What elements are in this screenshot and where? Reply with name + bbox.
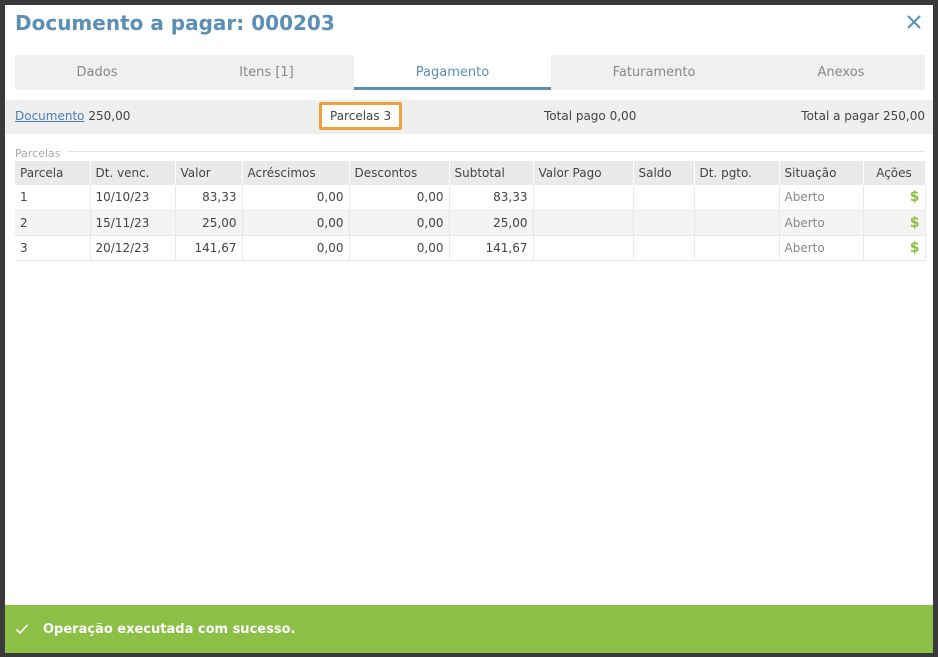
total-a-pagar: Total a pagar 250,00 <box>801 109 925 123</box>
total-pago-value: 0,00 <box>609 109 637 123</box>
cell-valor: 141,67 <box>175 235 243 261</box>
cell-parcela: 3 <box>15 235 91 261</box>
tab-anexos[interactable]: Anexos <box>757 55 925 90</box>
cell-valor-pago <box>533 235 634 261</box>
cell-subtotal: 25,00 <box>449 210 534 236</box>
parcelas-label: Parcelas <box>330 109 380 123</box>
cell-dt-pgto <box>694 185 780 211</box>
tab-itens[interactable]: Itens [1] <box>179 55 354 90</box>
pay-dollar-icon[interactable]: $ <box>863 185 926 211</box>
cell-parcela: 1 <box>15 185 91 211</box>
pay-dollar-icon[interactable]: $ <box>863 210 926 236</box>
cell-acrescimos: 0,00 <box>242 210 350 236</box>
tab-bar: Dados Itens [1] Pagamento Faturamento An… <box>15 55 925 90</box>
cell-saldo <box>633 235 695 261</box>
cell-acrescimos: 0,00 <box>242 235 350 261</box>
table-header: Parcela Dt. venc. Valor Acréscimos Desco… <box>15 161 926 185</box>
col-parcela[interactable]: Parcela <box>15 161 91 185</box>
tab-dados[interactable]: Dados <box>15 55 179 90</box>
cell-valor-pago <box>533 185 634 211</box>
col-valor-pago[interactable]: Valor Pago <box>533 161 634 185</box>
parcelas-count: Parcelas 3 <box>319 102 403 130</box>
cell-valor: 25,00 <box>175 210 243 236</box>
cell-saldo <box>633 210 695 236</box>
success-toast: Operação executada com sucesso. <box>5 605 933 653</box>
cell-subtotal: 141,67 <box>449 235 534 261</box>
section-divider <box>67 151 925 152</box>
payment-summary: Documento 250,00 Parcelas 3 Total pago 0… <box>5 100 933 134</box>
total-pagar-value: 250,00 <box>883 109 925 123</box>
total-pagar-label: Total a pagar <box>801 109 880 123</box>
parcelas-value: 3 <box>383 109 392 123</box>
col-acoes: Ações <box>863 161 926 185</box>
payable-document-dialog: Documento a pagar: 000203 Dados Itens [1… <box>5 5 933 653</box>
documento-link[interactable]: Documento <box>15 109 85 123</box>
cell-situacao: Aberto <box>779 185 864 211</box>
parcelas-table: Parcela Dt. venc. Valor Acréscimos Desco… <box>15 161 926 261</box>
cell-dt-venc: 20/12/23 <box>90 235 176 261</box>
cell-descontos: 0,00 <box>349 235 450 261</box>
col-dt-venc[interactable]: Dt. venc. <box>90 161 176 185</box>
col-saldo[interactable]: Saldo <box>633 161 695 185</box>
col-subtotal[interactable]: Subtotal <box>449 161 534 185</box>
col-situacao[interactable]: Situação <box>779 161 864 185</box>
total-pago: Total pago 0,00 <box>544 109 636 123</box>
cell-subtotal: 83,33 <box>449 185 534 211</box>
col-descontos[interactable]: Descontos <box>349 161 450 185</box>
cell-situacao: Aberto <box>779 210 864 236</box>
cell-dt-pgto <box>694 235 780 261</box>
cell-valor-pago <box>533 210 634 236</box>
documento-total: Documento 250,00 <box>15 109 130 123</box>
pay-dollar-icon[interactable]: $ <box>863 235 926 261</box>
col-dt-pgto[interactable]: Dt. pgto. <box>694 161 780 185</box>
cell-descontos: 0,00 <box>349 210 450 236</box>
col-valor[interactable]: Valor <box>175 161 243 185</box>
cell-situacao: Aberto <box>779 235 864 261</box>
tab-faturamento[interactable]: Faturamento <box>551 55 757 90</box>
toast-message: Operação executada com sucesso. <box>43 621 296 637</box>
documento-value: 250,00 <box>88 109 131 123</box>
cell-valor: 83,33 <box>175 185 243 211</box>
col-acrescimos[interactable]: Acréscimos <box>242 161 350 185</box>
cell-saldo <box>633 185 695 211</box>
parcelas-section-label: Parcelas <box>15 147 61 160</box>
table-row[interactable]: 1 10/10/23 83,33 0,00 0,00 83,33 Aberto … <box>15 185 926 211</box>
table-row[interactable]: 2 15/11/23 25,00 0,00 0,00 25,00 Aberto … <box>15 210 926 236</box>
check-icon <box>15 624 29 635</box>
cell-dt-pgto <box>694 210 780 236</box>
total-pago-label: Total pago <box>544 109 606 123</box>
cell-dt-venc: 10/10/23 <box>90 185 176 211</box>
tab-pagamento[interactable]: Pagamento <box>354 55 551 90</box>
close-icon[interactable] <box>905 13 923 31</box>
table-row[interactable]: 3 20/12/23 141,67 0,00 0,00 141,67 Abert… <box>15 235 926 261</box>
cell-parcela: 2 <box>15 210 91 236</box>
dialog-title: Documento a pagar: 000203 <box>15 11 335 35</box>
cell-descontos: 0,00 <box>349 185 450 211</box>
cell-acrescimos: 0,00 <box>242 185 350 211</box>
cell-dt-venc: 15/11/23 <box>90 210 176 236</box>
